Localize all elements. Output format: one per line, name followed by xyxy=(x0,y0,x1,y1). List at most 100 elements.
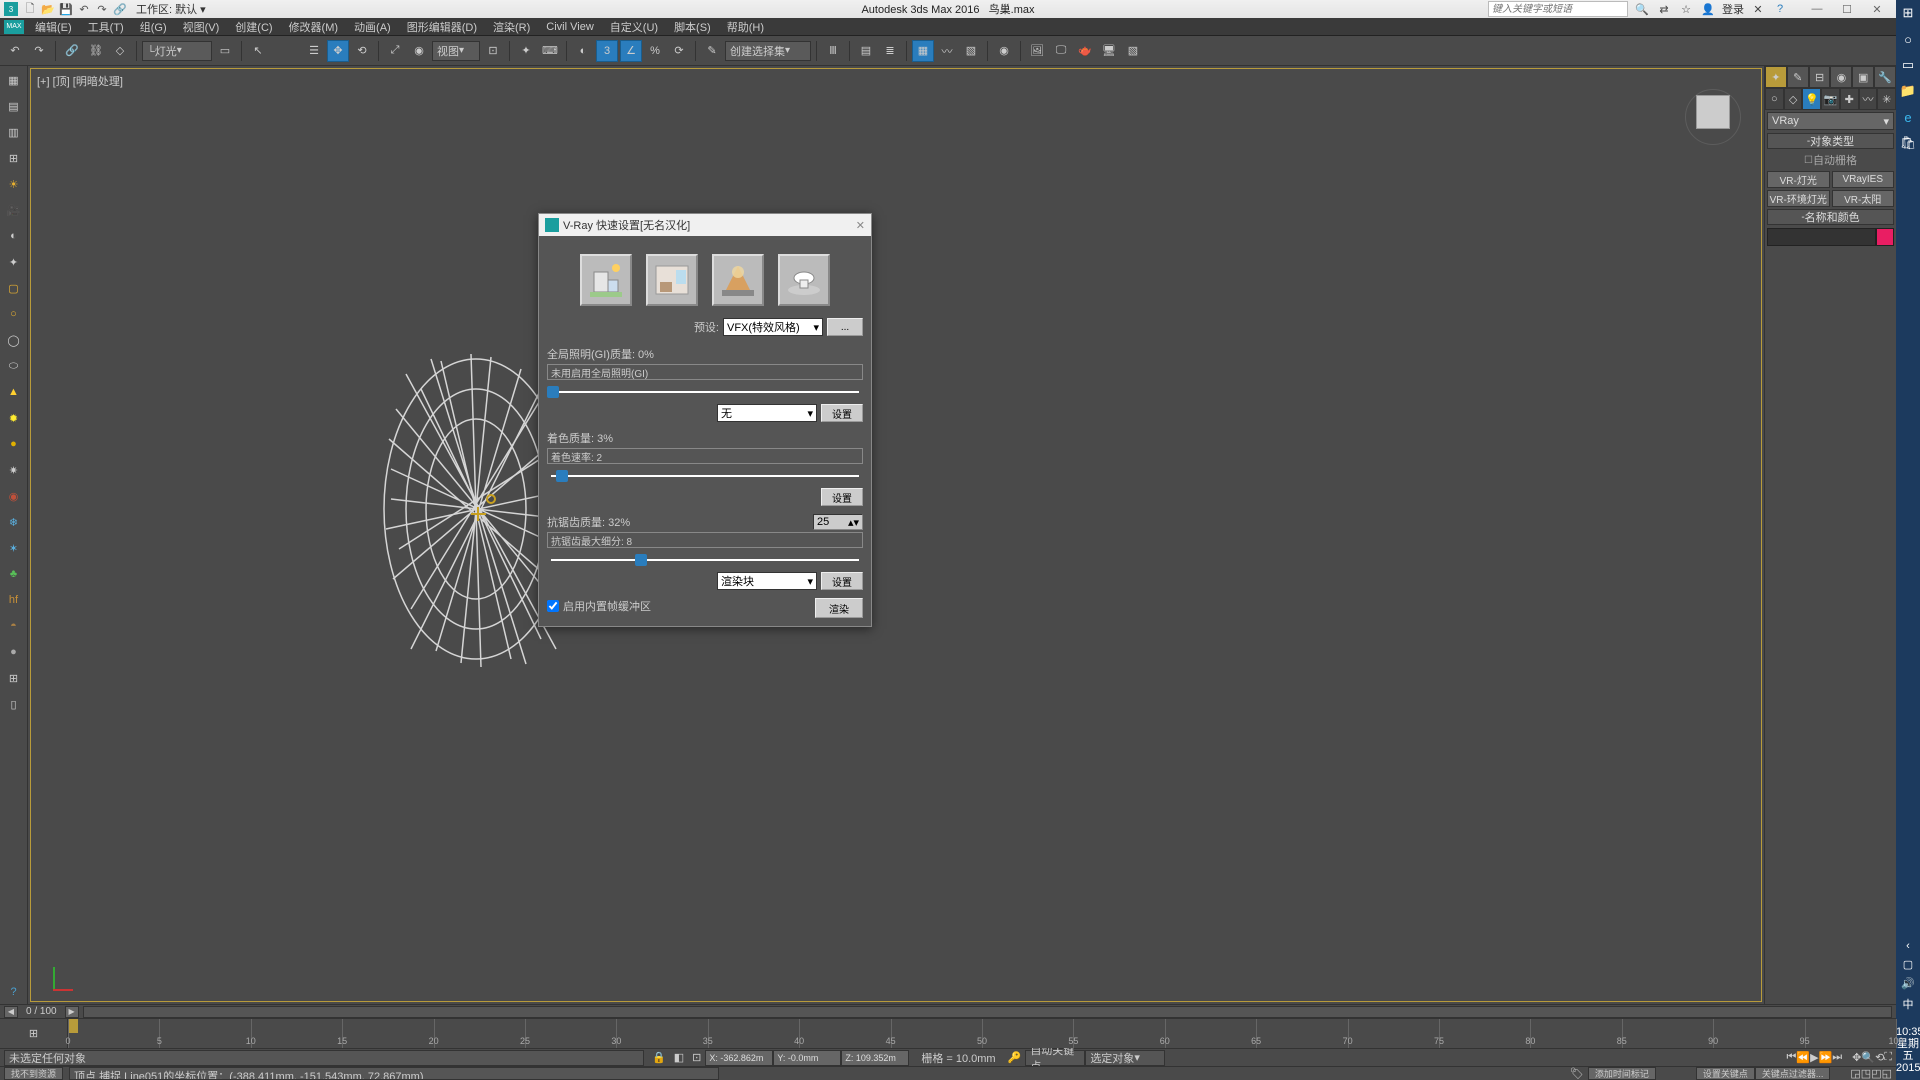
preset-more-button[interactable]: ... xyxy=(827,318,863,336)
ltool-9[interactable]: ▢ xyxy=(2,276,26,300)
preset-exterior-button[interactable] xyxy=(580,254,632,306)
exchange-icon[interactable]: ⇄ xyxy=(1656,1,1672,17)
keyboard-shortcut-button[interactable]: ⌨ xyxy=(539,40,561,62)
selection-lock-icon[interactable]: ⊡ xyxy=(688,1051,705,1064)
ltool-5[interactable]: ☀ xyxy=(2,172,26,196)
login-link[interactable]: 登录 xyxy=(1722,1,1744,17)
auto-key-button[interactable]: 自动关键点 xyxy=(1025,1050,1085,1066)
render-setup-button[interactable]: 🖼 xyxy=(1026,40,1048,62)
ltool-13[interactable]: ▲ xyxy=(2,380,26,404)
cortana-icon[interactable]: ○ xyxy=(1899,30,1917,48)
coord-z[interactable]: Z: 109.352m xyxy=(841,1050,909,1066)
viewcube[interactable] xyxy=(1685,89,1741,145)
key-target-dropdown[interactable]: 选定对象 ▾ xyxy=(1085,1050,1165,1066)
asset-status[interactable]: 找不到资源 xyxy=(4,1067,63,1080)
btn-vraylight[interactable]: VR-灯光 xyxy=(1767,171,1830,188)
undo-button[interactable]: ↶ xyxy=(4,40,26,62)
rollout-name-color[interactable]: - 名称和颜色 xyxy=(1767,209,1894,225)
btn-vrayies[interactable]: VRayIES xyxy=(1832,171,1895,188)
sub-space[interactable]: 〰 xyxy=(1859,88,1878,110)
select-scale-button[interactable]: ⤢ xyxy=(384,40,406,62)
edit-named-sel-button[interactable]: ✎ xyxy=(701,40,723,62)
rendered-frame-button[interactable]: 🖵 xyxy=(1050,40,1072,62)
menu-modifier[interactable]: 修改器(M) xyxy=(284,18,344,36)
taskview-icon[interactable]: ▭ xyxy=(1899,56,1917,74)
volume-icon[interactable]: 🔊 xyxy=(1901,977,1915,990)
ltool-11[interactable]: ◯ xyxy=(2,328,26,352)
tab-motion[interactable]: ◉ xyxy=(1830,66,1852,88)
explorer-icon[interactable]: 📁 xyxy=(1899,82,1917,100)
notifications-icon[interactable]: ▢ xyxy=(1903,958,1913,971)
shade-quality-slider[interactable] xyxy=(547,468,863,484)
gi-quality-slider[interactable] xyxy=(547,384,863,400)
preset-dropdown[interactable]: VFX(特效风格)▾ xyxy=(723,318,823,336)
close-button[interactable]: ✕ xyxy=(1862,0,1892,18)
placement-button[interactable]: ◉ xyxy=(408,40,430,62)
render-iterative-button[interactable]: 🖥 xyxy=(1098,40,1120,62)
nav-orbit-icon[interactable]: ⟲ xyxy=(1875,1051,1884,1064)
coord-x[interactable]: X: -362.862m xyxy=(705,1050,773,1066)
nav-max-icon[interactable]: ⛶ xyxy=(1884,1051,1892,1064)
goto-start-icon[interactable]: ⏮ xyxy=(1786,1051,1796,1064)
object-name-field[interactable] xyxy=(1767,228,1876,246)
star-icon[interactable]: ☆ xyxy=(1678,1,1694,17)
ltool-2[interactable]: ▤ xyxy=(2,94,26,118)
time-tag-icon[interactable]: 🏷 xyxy=(1566,1067,1588,1080)
ltool-8[interactable]: ✦ xyxy=(2,250,26,274)
set-key-button[interactable]: 设置关键点 xyxy=(1696,1067,1755,1080)
tab-display[interactable]: ▣ xyxy=(1852,66,1874,88)
menu-create[interactable]: 创建(C) xyxy=(230,18,277,36)
render-production-button[interactable]: 🫖 xyxy=(1074,40,1096,62)
menu-tools[interactable]: 工具(T) xyxy=(83,18,129,36)
layer-button[interactable]: ≣ xyxy=(879,40,901,62)
time-slider-track[interactable] xyxy=(83,1006,1892,1018)
auto-grid-check[interactable]: ☐ 自动栅格 xyxy=(1767,152,1894,168)
clock[interactable]: 10:35 星期五 2015/8/21 xyxy=(1896,1026,1920,1074)
preset-interior-button[interactable] xyxy=(646,254,698,306)
percent-snap-button[interactable]: % xyxy=(644,40,666,62)
undo-icon[interactable]: ↶ xyxy=(76,1,92,17)
ltool-17[interactable]: ◉ xyxy=(2,484,26,508)
gi-mode-dropdown[interactable]: 无▾ xyxy=(717,404,817,422)
cross-icon[interactable]: ✕ xyxy=(1750,1,1766,17)
sub-systems[interactable]: ✳ xyxy=(1877,88,1896,110)
minimize-button[interactable]: — xyxy=(1802,0,1832,18)
rollout-object-type[interactable]: - 对象类型 xyxy=(1767,133,1894,149)
menu-script[interactable]: 脚本(S) xyxy=(669,18,716,36)
ltool-10[interactable]: ○ xyxy=(2,302,26,326)
category-dropdown[interactable]: VRay▾ xyxy=(1767,112,1894,130)
btn-vraysun[interactable]: VR-太阳 xyxy=(1832,190,1895,207)
select-rotate-button[interactable]: ⟲ xyxy=(351,40,373,62)
ref-coord-dropdown[interactable]: 视图 ▾ xyxy=(432,41,480,61)
sub-cameras[interactable]: 📷 xyxy=(1821,88,1840,110)
ltool-3[interactable]: ▥ xyxy=(2,120,26,144)
sub-lights[interactable]: 💡 xyxy=(1802,88,1821,110)
help-search-input[interactable] xyxy=(1488,1,1628,17)
sub-helpers[interactable]: ✚ xyxy=(1840,88,1859,110)
menu-animation[interactable]: 动画(A) xyxy=(349,18,396,36)
render-button[interactable]: 渲染 xyxy=(815,598,863,618)
new-icon[interactable]: 🗋 xyxy=(22,1,38,17)
ltool-1[interactable]: ▦ xyxy=(2,68,26,92)
align-button[interactable]: ▤ xyxy=(855,40,877,62)
ime-icon[interactable]: 中 xyxy=(1903,996,1914,1012)
menu-civil[interactable]: Civil View xyxy=(541,20,598,34)
store-icon[interactable]: 🛍 xyxy=(1899,134,1917,152)
search-icon[interactable]: 🔍 xyxy=(1634,1,1650,17)
angle-snap-button[interactable]: ∠ xyxy=(620,40,642,62)
menu-group[interactable]: 组(G) xyxy=(135,18,172,36)
key-filter-button[interactable]: 关键点过滤器... xyxy=(1755,1067,1831,1080)
snap2d-button[interactable]: ◐ xyxy=(572,40,594,62)
tab-create[interactable]: ✦ xyxy=(1765,66,1787,88)
menu-custom[interactable]: 自定义(U) xyxy=(605,18,663,36)
user-icon[interactable]: 👤 xyxy=(1700,1,1716,17)
shade-settings-button[interactable]: 设置 xyxy=(821,488,863,506)
ltool-6[interactable]: 🎥 xyxy=(2,198,26,222)
schematic-view-button[interactable]: ▧ xyxy=(960,40,982,62)
workspace-selector[interactable]: 工作区: 默认 ▾ xyxy=(136,1,206,17)
isolate-icon[interactable]: ◧ xyxy=(670,1051,688,1064)
add-time-tag[interactable]: 添加时间标记 xyxy=(1588,1067,1656,1080)
ltool-7[interactable]: ◐ xyxy=(2,224,26,248)
manipulate-button[interactable]: ✦ xyxy=(515,40,537,62)
prev-key-icon[interactable]: ⏪ xyxy=(1796,1051,1810,1064)
